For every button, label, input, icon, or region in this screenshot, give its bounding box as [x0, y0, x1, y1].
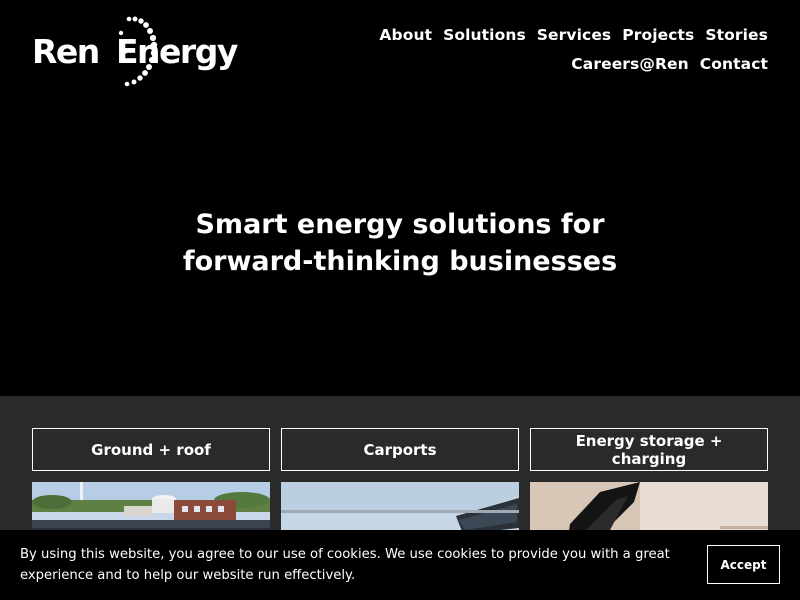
main-nav: About Solutions Services Projects Storie…: [268, 26, 768, 74]
nav-stories[interactable]: Stories: [705, 26, 768, 45]
nav-contact[interactable]: Contact: [700, 55, 768, 74]
cookie-message: By using this website, you agree to our …: [20, 547, 670, 583]
ren-energy-logo: Ren Energy: [32, 16, 239, 87]
logo-text-energy: Energy: [116, 32, 238, 71]
hero-section: Smart energy solutions for forward-think…: [0, 100, 800, 396]
cookie-banner: By using this website, you agree to our …: [0, 530, 800, 600]
accept-cookies-button[interactable]: Accept: [707, 545, 780, 584]
nav-about[interactable]: About: [379, 26, 432, 45]
nav-careers[interactable]: Careers@Ren: [571, 55, 688, 74]
nav-projects[interactable]: Projects: [622, 26, 694, 45]
site-header: Ren Energy About Solutions Services Proj…: [0, 0, 800, 100]
nav-solutions[interactable]: Solutions: [443, 26, 526, 45]
logo-text-ren: Ren: [32, 32, 99, 71]
ground-roof-button[interactable]: Ground + roof: [32, 428, 270, 471]
nav-services[interactable]: Services: [537, 26, 611, 45]
hero-title: Smart energy solutions for forward-think…: [182, 209, 618, 277]
carports-button[interactable]: Carports: [281, 428, 519, 471]
energy-storage-button[interactable]: Energy storage + charging: [530, 428, 768, 471]
